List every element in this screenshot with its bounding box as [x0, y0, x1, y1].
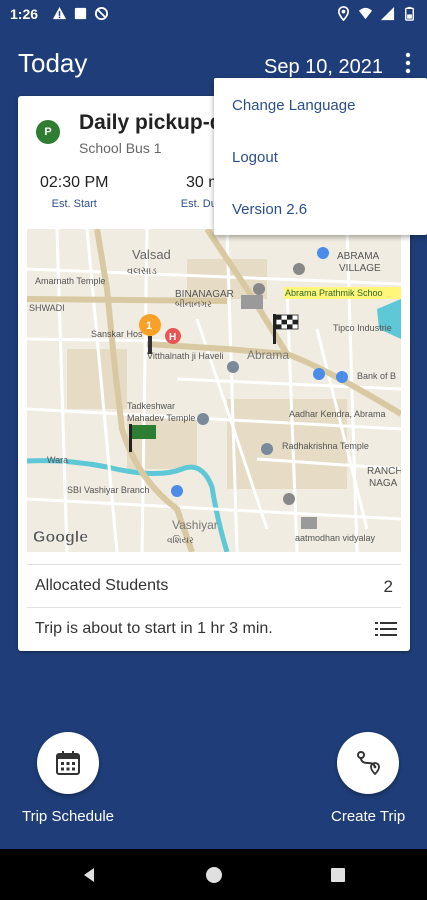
status-bar: 1:26	[0, 0, 427, 30]
map-label-amarnath: Amarnath Temple	[35, 276, 105, 286]
map-label-wara: Wara	[47, 455, 68, 465]
create-trip-label[interactable]: Create Trip	[331, 808, 405, 825]
allocated-students-row[interactable]: Allocated Students 2	[27, 564, 401, 607]
map-label-bank: Bank of B	[357, 371, 396, 381]
map-label-tipco: Tipco Industrie	[333, 323, 392, 333]
location-icon	[336, 6, 351, 21]
pin-count: 1	[146, 320, 152, 332]
list-icon[interactable]	[375, 620, 397, 638]
recents-icon[interactable]	[329, 866, 347, 884]
map-label-vitthalnath: Vitthalnath ji Haveli	[147, 351, 223, 361]
page-title: Today	[18, 48, 88, 78]
trip-title: Daily pickup-d	[79, 111, 223, 134]
route-map[interactable]: Valsad વલસાડ Amarnath Temple ABRAMA VILL…	[27, 229, 401, 552]
bus-name: School Bus 1	[79, 140, 162, 156]
calendar-icon	[56, 751, 80, 775]
menu-item-change-language[interactable]: Change Language	[232, 97, 355, 114]
trip-schedule-label[interactable]: Trip Schedule	[22, 808, 114, 825]
no-disturb-icon	[94, 6, 109, 21]
status-notification-icons	[52, 6, 109, 21]
map-canvas[interactable]: Valsad વલસાડ Amarnath Temple ABRAMA VILL…	[27, 229, 401, 552]
trip-type-badge: P	[36, 120, 60, 144]
map-label-sanskar: Sanskar Hos	[91, 329, 143, 339]
map-label-tadkeshwar: Tadkeshwar	[127, 401, 175, 411]
allocated-students-count: 2	[383, 577, 393, 596]
map-label-aadhar: Aadhar Kendra, Abrama	[289, 409, 386, 419]
map-label-abrama: Abrama	[247, 348, 289, 362]
overflow-menu: Change Language Logout Version 2.6	[214, 78, 427, 235]
square-icon	[73, 6, 88, 21]
est-start-value: 02:30 PM	[40, 174, 109, 191]
map-label-vashiyar: Vashiyar	[172, 518, 218, 532]
home-icon[interactable]	[205, 866, 223, 884]
map-label-binanagar-gu: બીનાનગર	[175, 299, 212, 309]
est-start-label: Est. Start	[51, 198, 97, 210]
date-label[interactable]: Sep 10, 2021	[264, 56, 383, 79]
trip-schedule-button[interactable]	[37, 732, 99, 794]
allocated-students-label: Allocated Students	[35, 577, 169, 594]
status-time: 1:26	[10, 6, 39, 22]
map-label-ranchho-2: NAGA	[369, 478, 398, 489]
menu-item-logout[interactable]: Logout	[232, 149, 278, 166]
status-system-icons	[336, 6, 417, 21]
map-label-radhakrishna: Radhakrishna Temple	[282, 441, 369, 451]
map-label-mahadev: Mahadev Temple	[127, 413, 195, 423]
route-icon	[357, 751, 380, 776]
signal-icon	[380, 6, 395, 21]
map-label-vidyalay: aatmodhan vidyalay	[295, 533, 376, 543]
map-label-ranchho: RANCH	[367, 466, 401, 477]
hospital-marker: H	[165, 328, 181, 344]
est-start: 02:30 PM Est. Start	[40, 174, 108, 210]
wifi-icon	[358, 6, 373, 21]
map-label-abrama-school: Abrama Prathmik Schoo	[285, 288, 383, 298]
trip-status-text: Trip is about to start in 1 hr 3 min.	[35, 620, 273, 637]
create-trip-button[interactable]	[337, 732, 399, 794]
system-nav-bar	[0, 849, 427, 900]
warning-icon	[52, 6, 67, 21]
battery-icon	[402, 6, 417, 21]
map-label-vashiyar-gu: વશિયર	[167, 535, 194, 545]
map-label-valsad-gu: વલસાડ	[127, 266, 157, 277]
map-label-abrama-village-2: VILLAGE	[339, 263, 381, 274]
map-label-shwadi: SHWADI	[29, 303, 65, 313]
svg-text:H: H	[169, 332, 176, 343]
trip-status-row[interactable]: Trip is about to start in 1 hr 3 min.	[27, 607, 401, 651]
google-logo: Google	[33, 529, 88, 546]
map-label-sbi: SBI Vashiyar Branch	[67, 485, 149, 495]
more-vert-icon[interactable]	[403, 52, 413, 74]
back-icon[interactable]	[80, 866, 98, 884]
map-label-valsad: Valsad	[132, 247, 171, 262]
map-label-abrama-village: ABRAMA	[337, 251, 380, 262]
menu-item-version[interactable]: Version 2.6	[232, 201, 307, 218]
